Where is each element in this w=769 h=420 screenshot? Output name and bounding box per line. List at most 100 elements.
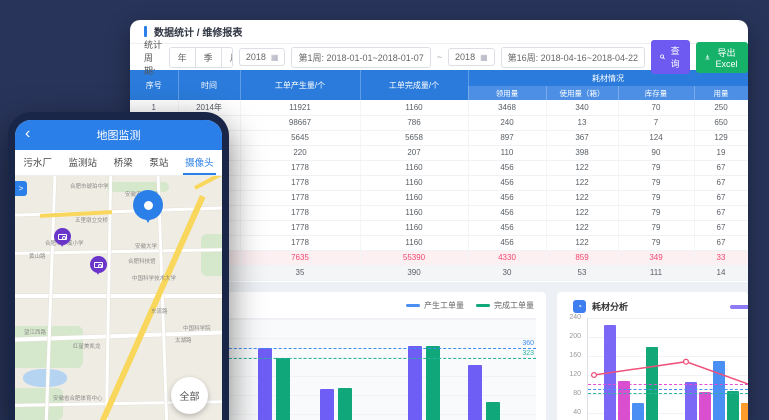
accent-bar xyxy=(144,26,147,37)
tab-sewage-plant[interactable]: 污水厂 xyxy=(21,150,54,175)
map-poi-label: 安徽省合肥体育中心 xyxy=(53,394,103,402)
table-cell: 1778 xyxy=(240,160,360,175)
download-icon xyxy=(705,53,710,61)
expand-chip[interactable]: > xyxy=(15,181,27,196)
table-cell: 13 xyxy=(546,115,618,130)
camera-marker[interactable] xyxy=(54,228,71,245)
table-cell: 33 xyxy=(694,250,748,265)
search-icon xyxy=(660,53,665,61)
table-cell: 53 xyxy=(546,265,618,280)
phone-screen: ‹ 地图监测 污水厂 监测站 桥梁 泵站 摄像头 xyxy=(15,120,222,420)
consumables-chart-title: 耗材分析 xyxy=(592,300,628,313)
consumables-chart-header: ◔ 耗材分析 xyxy=(573,300,628,313)
export-excel-button[interactable]: 导出Excel xyxy=(696,42,748,73)
table-cell: 786 xyxy=(360,115,468,130)
export-button-label: 导出Excel xyxy=(714,46,739,69)
table-cell: 111 xyxy=(618,265,694,280)
table-cell: 1778 xyxy=(240,175,360,190)
tab-camera[interactable]: 摄像头 xyxy=(183,150,216,175)
bar xyxy=(632,403,644,420)
table-cell: 122 xyxy=(546,175,618,190)
road xyxy=(15,248,222,255)
table-cell: 79 xyxy=(618,205,694,220)
tab-bridge[interactable]: 桥梁 xyxy=(112,150,135,175)
workorder-chart-legend: 产生工单量 完成工单量 xyxy=(406,300,534,311)
table-cell: 456 xyxy=(468,175,546,190)
reference-line-label: 323 xyxy=(522,350,534,357)
consumables-chart-plot xyxy=(587,318,748,420)
th-created: 工单产生量/个 xyxy=(240,70,360,100)
table-cell: 390 xyxy=(360,265,468,280)
map-poi-label: 合肥市琥珀中学 xyxy=(70,182,109,190)
y-tick-label: 160 xyxy=(559,352,581,359)
table-cell: 1160 xyxy=(360,205,468,220)
table-cell: 349 xyxy=(618,250,694,265)
table-cell: 5645 xyxy=(240,130,360,145)
park-area xyxy=(201,234,222,276)
lake xyxy=(23,369,67,387)
query-button[interactable]: 查询 xyxy=(651,40,690,74)
table-cell: 1160 xyxy=(360,100,468,115)
legend-dash-icon xyxy=(406,304,420,307)
th-sub-2: 库存量 xyxy=(618,86,694,100)
map-poi-label: 红星美凯龙 xyxy=(73,342,101,350)
table-cell: 4330 xyxy=(468,250,546,265)
table-cell: 79 xyxy=(618,220,694,235)
th-sub-1: 使用量（箱） xyxy=(546,86,618,100)
period-option-quarter[interactable]: 季 xyxy=(196,48,222,67)
start-week-select[interactable]: 第1周: 2018-01-01~2018-01-07 xyxy=(291,47,430,68)
show-all-button[interactable]: 全部 xyxy=(171,377,208,414)
tab-monitor-station[interactable]: 监测站 xyxy=(67,150,100,175)
table-cell: 1160 xyxy=(360,160,468,175)
map-poi-label: 东流路 xyxy=(151,307,168,315)
bar-完成工单量 xyxy=(486,402,500,420)
table-cell: 398 xyxy=(546,145,618,160)
start-year-select[interactable]: 2018 ▦ xyxy=(239,48,286,66)
legend-label: 产生工单量 xyxy=(424,300,464,311)
period-option-year[interactable]: 年 xyxy=(170,48,196,67)
camera-marker[interactable] xyxy=(90,256,107,273)
table-cell: 90 xyxy=(618,145,694,160)
table-cell: 67 xyxy=(694,160,748,175)
map-poi-label: 中国科学院 xyxy=(183,324,211,332)
bar xyxy=(713,361,725,420)
table-cell: 7635 xyxy=(240,250,360,265)
table-cell: 897 xyxy=(468,130,546,145)
table-cell: 859 xyxy=(546,250,618,265)
phone-tab-bar: 污水厂 监测站 桥梁 泵站 摄像头 xyxy=(15,150,222,176)
back-chevron-icon[interactable]: ‹ xyxy=(25,124,30,144)
table-cell: 122 xyxy=(546,220,618,235)
y-tick-label: 80 xyxy=(559,390,581,397)
table-cell: 98667 xyxy=(240,115,360,130)
bar-产生工单量 xyxy=(320,389,334,420)
y-tick-label: 200 xyxy=(559,333,581,340)
map-poi-label: 中国科学技术大学 xyxy=(132,274,176,282)
start-week-value: 第1周: 2018-01-01~2018-01-07 xyxy=(298,51,423,64)
table-cell: 67 xyxy=(694,235,748,250)
table-cell: 650 xyxy=(694,115,748,130)
table-cell: 240 xyxy=(468,115,546,130)
bar-产生工单量 xyxy=(468,365,482,420)
table-cell: 367 xyxy=(546,130,618,145)
period-option-month[interactable]: 月 xyxy=(222,48,233,67)
end-year-select[interactable]: 2018 ▦ xyxy=(448,48,495,66)
end-week-select[interactable]: 第16周: 2018-04-16~2018-04-22 xyxy=(501,47,645,68)
reference-line xyxy=(588,384,748,385)
selected-location-marker[interactable] xyxy=(133,190,163,220)
bar xyxy=(699,392,711,420)
legend-item-done: 完成工单量 xyxy=(476,300,534,311)
y-tick-label: 40 xyxy=(559,409,581,416)
breadcrumb: 数据统计 / 维修报表 xyxy=(154,24,242,39)
table-row: 12014年119211160346834070250 xyxy=(130,100,748,115)
map-view[interactable]: > 全部 合肥市琥珀中学安徽农业大学五里墩立交桥合肥市宁溪小学安徽大学合肥科技馆… xyxy=(15,176,222,420)
phone-page-title: 地图监测 xyxy=(97,127,141,143)
table-cell: 207 xyxy=(360,145,468,160)
tab-pump-station[interactable]: 泵站 xyxy=(147,150,170,175)
y-tick-label: 120 xyxy=(559,371,581,378)
table-cell: 250 xyxy=(694,100,748,115)
table-cell: 122 xyxy=(546,190,618,205)
consumables-chart-card: ◔ 耗材分析 2402001601208040 xyxy=(557,292,748,420)
reference-line xyxy=(588,393,748,394)
table-cell: 67 xyxy=(694,190,748,205)
road xyxy=(15,294,222,298)
